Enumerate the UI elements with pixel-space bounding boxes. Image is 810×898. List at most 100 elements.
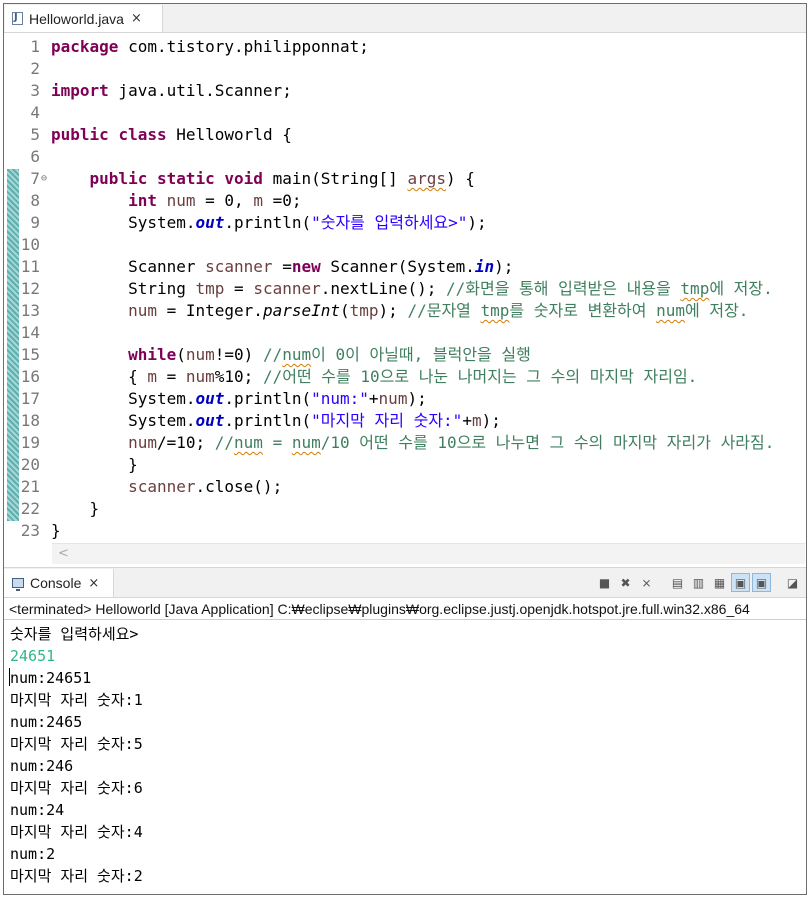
code-line[interactable]: 12 String tmp = scanner.nextLine(); //화면… — [4, 278, 806, 300]
line-number: 23 — [20, 521, 40, 540]
console-output-line: 마지막 자리 숫자:6 — [10, 779, 143, 797]
console-tab-label: Console — [30, 575, 82, 591]
line-number: 10 — [20, 235, 40, 254]
line-number: 5 — [30, 125, 40, 144]
editor-tab-helloworld[interactable]: J Helloworld.java × — [5, 5, 163, 32]
code-line[interactable]: 19 num/=10; //num = num/10 어떤 수를 10으로 나누… — [4, 432, 806, 454]
code-text: } — [51, 455, 138, 474]
console-output[interactable]: 숫자를 입력하세요> 24651 num:24651 마지막 자리 숫자:1 num:2… — [4, 621, 806, 893]
open-console-icon[interactable]: ◪ — [783, 573, 802, 592]
console-output-line: 마지막 자리 숫자:2 — [10, 867, 143, 885]
code-text: public class Helloworld { — [51, 125, 292, 144]
console-output-line: num:2 — [10, 845, 56, 863]
code-line[interactable]: 8 int num = 0, m =0; — [4, 190, 806, 212]
line-number: 21 — [20, 477, 40, 496]
scroll-left-icon[interactable]: < — [58, 544, 69, 564]
line-number: 8 — [30, 191, 40, 210]
code-line[interactable]: 23} — [4, 520, 806, 542]
code-text: { m = num%10; //어떤 수를 10으로 나눈 나머지는 그 수의 … — [51, 367, 698, 386]
line-number: 12 — [20, 279, 40, 298]
code-text: Scanner scanner =new Scanner(System.in); — [51, 257, 514, 276]
toolbar-separator — [773, 573, 781, 592]
line-number: 14 — [20, 323, 40, 342]
code-line[interactable]: 16 { m = num%10; //어떤 수를 10으로 나눈 나머지는 그 … — [4, 366, 806, 388]
code-text: String tmp = scanner.nextLine(); //화면을 통… — [51, 279, 773, 298]
fold-toggle-icon[interactable]: ⊖ — [41, 168, 47, 190]
line-number: 11 — [20, 257, 40, 276]
code-line[interactable]: 22 } — [4, 498, 806, 520]
console-output-line: num:2465 — [10, 713, 83, 731]
code-text: scanner.close(); — [128, 477, 283, 496]
code-line[interactable]: 1 package com.tistory.philipponnat; — [4, 36, 806, 58]
code-text: package com.tistory.philipponnat; — [51, 37, 369, 56]
line-number: 22 — [20, 499, 40, 518]
console-output-line: 숫자를 입력하세요> — [10, 625, 139, 643]
code-text: num = Integer.parseInt(tmp); //문자열 tmp를 … — [128, 301, 749, 320]
code-text: } — [51, 499, 100, 518]
code-line[interactable]: 17 System.out.println("num:"+num); — [4, 388, 806, 410]
console-output-line: num:24651 — [10, 669, 92, 687]
terminate-icon[interactable]: ■ — [595, 573, 614, 592]
show-on-output-icon[interactable]: ▣ — [731, 573, 750, 592]
line-number: 20 — [20, 455, 40, 474]
console-output-line: 마지막 자리 숫자:4 — [10, 823, 143, 841]
line-number: 13 — [20, 301, 40, 320]
line-number: 17 — [20, 389, 40, 408]
line-number: 18 — [20, 411, 40, 430]
code-line[interactable]: 6 — [4, 146, 806, 168]
console-input-line: 24651 — [10, 647, 56, 665]
code-line[interactable]: 20 } — [4, 454, 806, 476]
remove-launch-icon[interactable]: ✖ — [616, 573, 635, 592]
editor-horizontal-scrollbar[interactable]: < — [52, 543, 805, 564]
line-number: 3 — [30, 81, 40, 100]
code-line[interactable]: 5 public class Helloworld { — [4, 124, 806, 146]
line-number: 1 — [30, 37, 40, 56]
code-line[interactable]: 3 import java.util.Scanner; — [4, 80, 806, 102]
code-line[interactable]: 15 while(num!=0) //num이 0이 아닐때, 블럭안을 실행 — [4, 344, 806, 366]
code-line[interactable]: 9 System.out.println("숫자를 입력하세요>"); — [4, 212, 806, 234]
code-line[interactable]: 11 Scanner scanner =new Scanner(System.i… — [4, 256, 806, 278]
close-icon[interactable]: × — [88, 576, 99, 591]
close-icon[interactable]: × — [131, 11, 142, 26]
scroll-lock-icon[interactable]: ▥ — [689, 573, 708, 592]
code-text: num/=10; //num = num/10 어떤 수를 10으로 나누면 그… — [128, 433, 775, 452]
code-text: int num = 0, m =0; — [128, 191, 302, 210]
code-text: } — [51, 521, 61, 540]
eclipse-window: J Helloworld.java × 1 package com.tistory… — [3, 3, 807, 895]
code-line[interactable]: 7 ⊖ public static void main(String[] args… — [4, 168, 806, 190]
console-status-line: <terminated> Helloworld [Java Applicatio… — [4, 598, 806, 620]
word-wrap-icon[interactable]: ▦ — [710, 573, 729, 592]
remove-all-terminated-icon[interactable]: ⨯ — [637, 573, 656, 592]
code-line[interactable]: 13 num = Integer.parseInt(tmp); //문자열 tm… — [4, 300, 806, 322]
tab-console[interactable]: Console × — [4, 569, 114, 597]
code-text: while(num!=0) //num이 0이 아닐때, 블럭안을 실행 — [128, 345, 531, 364]
editor-tab-label: Helloworld.java — [29, 10, 124, 27]
console-tab-bar: Console × ■ ✖ ⨯ ▤ ▥ ▦ ▣ ▣ ◪ — [4, 567, 806, 598]
line-number: 7 — [30, 169, 40, 188]
console-output-line: num:24 — [10, 801, 65, 819]
console-toolbar: ■ ✖ ⨯ ▤ ▥ ▦ ▣ ▣ ◪ — [595, 573, 802, 592]
console-output-line: 마지막 자리 숫자:1 — [10, 691, 143, 709]
code-text: public static void main(String[] args) { — [89, 169, 475, 188]
java-file-icon: J — [12, 12, 23, 25]
code-text: System.out.println("마지막 자리 숫자:"+m); — [51, 411, 501, 430]
line-number: 2 — [30, 59, 40, 78]
console-output-line: 마지막 자리 숫자:5 — [10, 735, 143, 753]
editor-tab-bar: J Helloworld.java × — [4, 4, 806, 33]
code-line[interactable]: 10 — [4, 234, 806, 256]
line-number: 19 — [20, 433, 40, 452]
line-number: 15 — [20, 345, 40, 364]
clear-console-icon[interactable]: ▤ — [668, 573, 687, 592]
code-line[interactable]: 2 — [4, 58, 806, 80]
line-number: 16 — [20, 367, 40, 386]
console-icon — [12, 578, 24, 591]
code-text: System.out.println("숫자를 입력하세요>"); — [51, 213, 487, 232]
code-line[interactable]: 4 — [4, 102, 806, 124]
code-line[interactable]: 18 System.out.println("마지막 자리 숫자:"+m); — [4, 410, 806, 432]
line-number: 6 — [30, 147, 40, 166]
show-on-error-icon[interactable]: ▣ — [752, 573, 771, 592]
code-line[interactable]: 14 — [4, 322, 806, 344]
code-line[interactable]: 21 scanner.close(); — [4, 476, 806, 498]
line-number: 4 — [30, 103, 40, 122]
code-editor[interactable]: 1 package com.tistory.philipponnat; 2 3 impo… — [4, 33, 806, 543]
